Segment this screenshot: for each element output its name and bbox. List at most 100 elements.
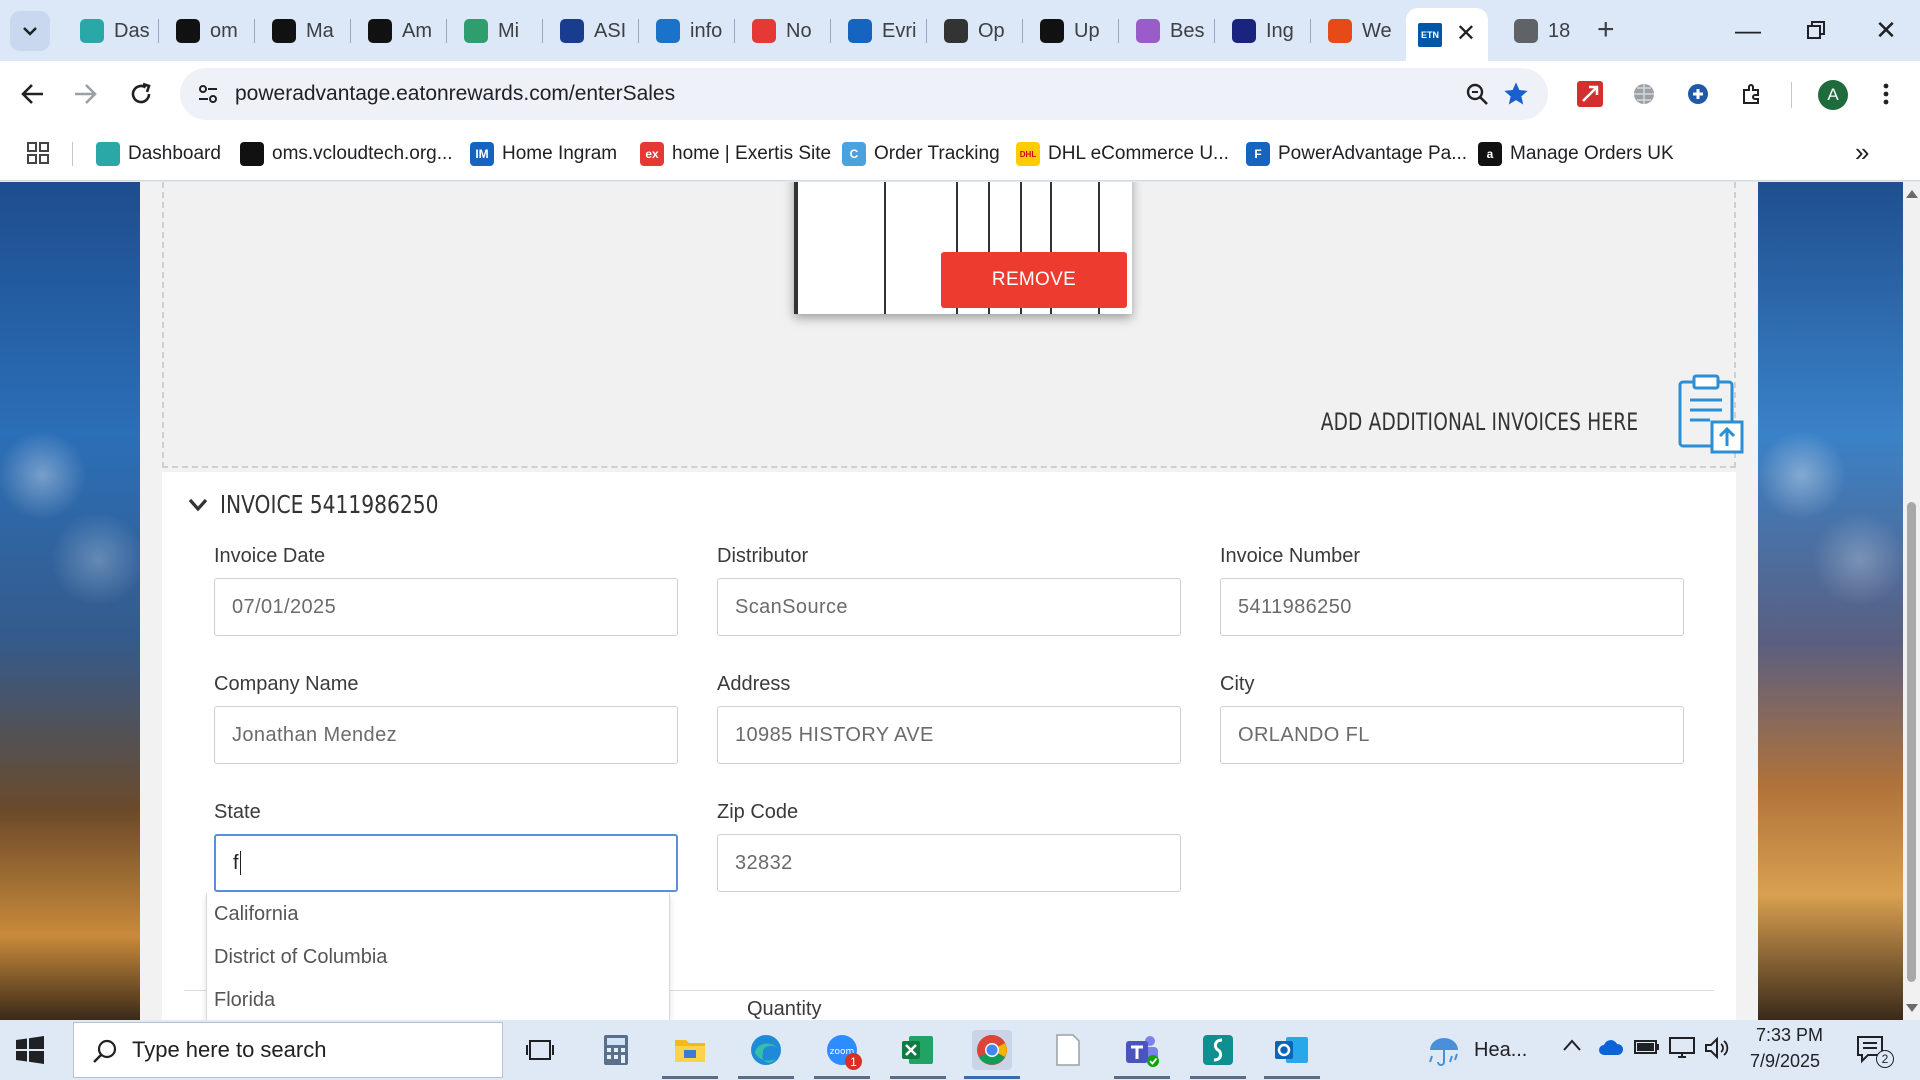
bookmark-label: PowerAdvantage Pa... (1278, 143, 1468, 164)
tab-separator (254, 19, 255, 43)
forward-button[interactable] (66, 75, 104, 113)
close-tab-icon[interactable]: ✕ (1456, 22, 1476, 46)
text-caret (239, 851, 242, 875)
state-field[interactable]: f (214, 834, 678, 892)
browser-tab[interactable]: ASI (548, 10, 634, 52)
tab-separator (830, 19, 831, 43)
bookmark-item[interactable]: DHL DHL eCommerce U... (1016, 140, 1229, 168)
scroll-up-arrow[interactable] (1906, 190, 1918, 198)
bookmark-item[interactable]: F PowerAdvantage Pa... (1246, 140, 1467, 168)
restore-button[interactable] (1792, 10, 1840, 50)
zoom-icon[interactable] (1465, 82, 1489, 106)
address-bar[interactable]: poweradvantage.eatonrewards.com/enterSal… (180, 68, 1548, 120)
browser-tab[interactable]: Bes (1124, 10, 1210, 52)
browser-tab[interactable]: Das (68, 10, 154, 52)
browser-tab[interactable]: Op (932, 10, 1018, 52)
outlook-icon[interactable] (1272, 1030, 1312, 1070)
company-name-field[interactable]: Jonathan Mendez (214, 706, 678, 764)
browser-tab[interactable]: Am (356, 10, 442, 52)
browser-tab[interactable]: Ma (260, 10, 346, 52)
page-scrollbar[interactable] (1903, 182, 1920, 1020)
edge-icon[interactable] (746, 1030, 786, 1070)
browser-tab[interactable]: Mi (452, 10, 538, 52)
battery-icon[interactable] (1634, 1038, 1660, 1061)
tray-overflow-icon[interactable] (1562, 1038, 1582, 1057)
tab-separator (638, 19, 639, 43)
browser-tab[interactable]: Evri (836, 10, 922, 52)
remove-invoice-button[interactable]: REMOVE (941, 252, 1127, 308)
scroll-thumb[interactable] (1907, 502, 1916, 982)
invoice-date-field[interactable]: 07/01/2025 (214, 578, 678, 636)
bookmark-item[interactable]: oms.vcloudtech.org... (240, 140, 453, 168)
browser-tab[interactable]: 18 (1502, 10, 1588, 52)
profile-avatar[interactable]: A (1818, 80, 1848, 110)
network-icon[interactable] (1668, 1036, 1696, 1065)
state-suggestion[interactable]: California (207, 893, 669, 936)
bookmark-item[interactable]: a Manage Orders UK (1478, 140, 1674, 168)
menu-icon[interactable] (1870, 78, 1902, 110)
scroll-down-arrow[interactable] (1906, 1004, 1918, 1012)
windows-start-icon[interactable] (16, 1036, 44, 1064)
invoice-number-field[interactable]: 5411986250 (1220, 578, 1684, 636)
teams-icon[interactable] (1122, 1030, 1162, 1070)
calculator-icon[interactable] (596, 1030, 636, 1070)
bookmark-star-icon[interactable] (1502, 80, 1530, 108)
browser-tab[interactable]: om (164, 10, 250, 52)
onedrive-icon[interactable] (1598, 1038, 1624, 1061)
browser-tab[interactable]: Ing (1220, 10, 1306, 52)
tab-separator (446, 19, 447, 43)
notepad-icon[interactable] (1048, 1030, 1088, 1070)
browser-tab[interactable]: ETN ✕ (1406, 8, 1488, 61)
state-suggestions-dropdown[interactable]: California District of Columbia Florida (206, 893, 670, 1020)
bookmark-item[interactable]: C Order Tracking (842, 140, 1000, 168)
invoice-title: INVOICE 5411986250 (220, 490, 439, 519)
chrome-icon[interactable] (972, 1030, 1012, 1070)
sway-icon[interactable] (1198, 1030, 1238, 1070)
bookmark-item[interactable]: ex home | Exertis Site (640, 140, 831, 168)
more-bookmarks-icon[interactable]: » (1855, 137, 1869, 168)
close-window-button[interactable]: ✕ (1862, 10, 1910, 50)
pdf-extension-icon[interactable] (1574, 78, 1606, 110)
notifications-icon[interactable]: 2 (1856, 1034, 1894, 1069)
invoice-upload-zone[interactable]: REMOVE ADD ADDITIONAL INVOICES HERE (162, 182, 1744, 468)
zoom-app-icon[interactable]: zoom 1 (822, 1030, 862, 1070)
browser-tab[interactable]: info (644, 10, 730, 52)
invoice-header[interactable]: INVOICE 5411986250 (188, 490, 463, 519)
state-suggestion[interactable]: Florida (207, 979, 669, 1020)
url-text[interactable]: poweradvantage.eatonrewards.com/enterSal… (235, 82, 675, 106)
new-tab-button[interactable]: + (1597, 14, 1615, 46)
globe-extension-icon[interactable] (1628, 78, 1660, 110)
quantity-label: Quantity (747, 998, 822, 1020)
taskbar-search-box[interactable]: Type here to search (73, 1022, 503, 1078)
weather-icon[interactable] (1426, 1034, 1462, 1073)
reload-button[interactable] (122, 75, 160, 113)
zip-code-field[interactable]: 32832 (717, 834, 1181, 892)
city-field[interactable]: ORLANDO FL (1220, 706, 1684, 764)
apps-grid-icon[interactable] (26, 141, 50, 170)
volume-icon[interactable] (1704, 1036, 1730, 1065)
state-suggestion[interactable]: District of Columbia (207, 936, 669, 979)
minimize-button[interactable]: — (1724, 10, 1772, 50)
excel-icon[interactable] (898, 1030, 938, 1070)
task-view-icon[interactable] (520, 1030, 560, 1070)
browser-tab[interactable]: Up (1028, 10, 1114, 52)
chevron-down-icon[interactable] (188, 498, 208, 512)
extensions-icon[interactable] (1736, 78, 1768, 110)
clock-date[interactable]: 7/9/2025 (1750, 1051, 1820, 1072)
address-field[interactable]: 10985 HISTORY AVE (717, 706, 1181, 764)
tab-search-button[interactable] (10, 11, 50, 51)
extension-puzzle-color-icon[interactable] (1682, 78, 1714, 110)
browser-tab[interactable]: No (740, 10, 826, 52)
file-explorer-icon[interactable] (670, 1030, 710, 1070)
weather-label[interactable]: Hea... (1474, 1039, 1527, 1062)
back-button[interactable] (14, 75, 52, 113)
clock-time[interactable]: 7:33 PM (1756, 1025, 1823, 1046)
browser-tab[interactable]: We (1316, 10, 1402, 52)
distributor-field[interactable]: ScanSource (717, 578, 1181, 636)
bookmark-item[interactable]: Dashboard (96, 140, 221, 168)
bookmark-item[interactable]: IM Home Ingram (470, 140, 617, 168)
clipboard-upload-icon[interactable] (1676, 372, 1746, 454)
state-input-text[interactable]: f (233, 852, 239, 875)
site-info-icon[interactable] (197, 83, 219, 105)
add-invoices-label[interactable]: ADD ADDITIONAL INVOICES HERE (1320, 408, 1638, 436)
